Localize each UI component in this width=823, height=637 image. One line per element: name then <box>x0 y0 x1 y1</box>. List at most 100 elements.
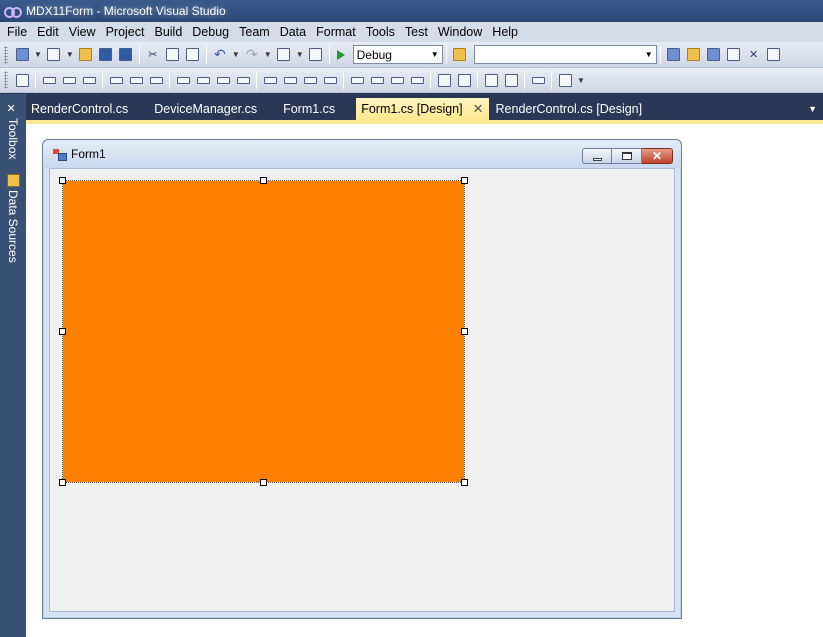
data-sources-tab[interactable]: Data Sources <box>2 174 24 264</box>
toolbox-tab[interactable]: ✕ Toolbox <box>2 102 24 170</box>
active-files-dropdown-icon[interactable]: ▼ <box>808 104 817 114</box>
paste-button[interactable] <box>184 46 202 64</box>
bring-to-front-button[interactable] <box>482 71 500 89</box>
tab-order-button[interactable] <box>529 71 547 89</box>
resize-handle-left[interactable] <box>59 328 66 335</box>
layout-toolbar: ▼ <box>0 68 823 93</box>
tab-rendercontrol-cs[interactable]: RenderControl.cs <box>26 98 133 120</box>
navigate-forward-button[interactable] <box>307 46 325 64</box>
align-tops-button[interactable] <box>107 71 125 89</box>
align-bottoms-button[interactable] <box>147 71 165 89</box>
tab-form1-cs[interactable]: Form1.cs <box>278 98 340 120</box>
undo-dropdown-icon[interactable]: ▼ <box>232 50 240 59</box>
lock-controls-button[interactable] <box>556 71 574 89</box>
object-browser-button[interactable] <box>705 46 723 64</box>
properties-button[interactable] <box>685 46 703 64</box>
bring-to-front-icon <box>484 73 498 87</box>
decrease-horizontal-spacing-button[interactable] <box>301 71 319 89</box>
resize-handle-bottom-left[interactable] <box>59 479 66 486</box>
vertical-spacing-equal-button[interactable] <box>348 71 366 89</box>
center-vertically-button[interactable] <box>455 71 473 89</box>
align-lefts-button[interactable] <box>40 71 58 89</box>
menu-team[interactable]: Team <box>235 22 274 42</box>
resize-handle-top[interactable] <box>260 177 267 184</box>
save-all-button[interactable] <box>117 46 135 64</box>
add-item-button[interactable] <box>45 46 63 64</box>
navigate-backward-button[interactable] <box>275 46 293 64</box>
menu-window[interactable]: Window <box>434 22 486 42</box>
tab-devicemanager-cs[interactable]: DeviceManager.cs <box>149 98 262 120</box>
maximize-button[interactable] <box>612 148 642 164</box>
redo-icon: ↷ <box>245 46 258 62</box>
toolbar-options-icon[interactable]: ▼ <box>577 76 585 85</box>
resize-handle-right[interactable] <box>461 328 468 335</box>
form1-titlebar[interactable]: Form1 ✕ <box>43 140 681 168</box>
make-same-size-button[interactable] <box>234 71 252 89</box>
close-tab-icon[interactable]: ✕ <box>473 98 484 120</box>
minimize-button[interactable] <box>582 148 612 164</box>
menu-data[interactable]: Data <box>276 22 310 42</box>
window-titlebar: MDX11Form - Microsoft Visual Studio <box>0 0 823 22</box>
menu-project[interactable]: Project <box>102 22 149 42</box>
toolbar-grip[interactable] <box>4 71 8 89</box>
decrease-vertical-spacing-button[interactable] <box>388 71 406 89</box>
solution-explorer-button[interactable] <box>665 46 683 64</box>
tab-form1-design[interactable]: Form1.cs [Design] ✕ <box>356 98 489 120</box>
center-horizontally-button[interactable] <box>435 71 453 89</box>
new-project-dropdown-icon[interactable]: ▼ <box>34 50 42 59</box>
increase-horizontal-spacing-button[interactable] <box>281 71 299 89</box>
menu-file[interactable]: File <box>3 22 31 42</box>
menu-tools[interactable]: Tools <box>362 22 399 42</box>
align-centers-button[interactable] <box>60 71 78 89</box>
horizontal-spacing-equal-button[interactable] <box>261 71 279 89</box>
save-button[interactable] <box>97 46 115 64</box>
align-rights-button[interactable] <box>80 71 98 89</box>
form1-client-area[interactable] <box>49 168 675 612</box>
navigate-dropdown-icon[interactable]: ▼ <box>296 50 304 59</box>
make-same-height-button[interactable] <box>214 71 232 89</box>
close-button[interactable]: ✕ <box>642 148 673 164</box>
make-same-width-button[interactable] <box>174 71 192 89</box>
size-to-grid-button[interactable] <box>194 71 212 89</box>
send-to-back-button[interactable] <box>502 71 520 89</box>
menu-help[interactable]: Help <box>488 22 522 42</box>
solution-configuration-select[interactable]: Debug ▼ <box>352 45 443 64</box>
form1-window[interactable]: Form1 ✕ <box>42 139 682 619</box>
form-designer-surface[interactable]: Form1 ✕ <box>26 124 823 637</box>
menu-test[interactable]: Test <box>401 22 432 42</box>
align-to-grid-button[interactable] <box>13 71 31 89</box>
undo-button[interactable]: ↶ <box>211 46 229 64</box>
toolbar-separator <box>430 71 431 89</box>
start-debugging-icon[interactable] <box>336 49 345 60</box>
toolbar-grip[interactable] <box>4 45 8 64</box>
tab-rendercontrol-design[interactable]: RenderControl.cs [Design] <box>491 98 648 120</box>
render-control[interactable] <box>59 177 468 486</box>
extension-manager-button[interactable]: ✕ <box>745 46 763 64</box>
find-in-files-button[interactable] <box>451 46 469 64</box>
resize-handle-top-right[interactable] <box>461 177 468 184</box>
find-combo-input[interactable]: ▼ <box>473 45 657 64</box>
cut-button[interactable]: ✂ <box>144 46 162 64</box>
redo-dropdown-icon[interactable]: ▼ <box>264 50 272 59</box>
open-folder-icon <box>79 48 93 61</box>
toolbar-separator <box>35 71 36 89</box>
open-file-button[interactable] <box>77 46 95 64</box>
toolbox-button[interactable] <box>725 46 743 64</box>
add-item-dropdown-icon[interactable]: ▼ <box>66 50 74 59</box>
copy-button[interactable] <box>164 46 182 64</box>
redo-button[interactable]: ↷ <box>243 46 261 64</box>
more-tools-button[interactable] <box>765 46 783 64</box>
align-middles-button[interactable] <box>127 71 145 89</box>
remove-horizontal-spacing-button[interactable] <box>321 71 339 89</box>
menu-view[interactable]: View <box>65 22 100 42</box>
remove-vertical-spacing-button[interactable] <box>408 71 426 89</box>
menu-build[interactable]: Build <box>150 22 186 42</box>
menu-format[interactable]: Format <box>312 22 360 42</box>
increase-vertical-spacing-button[interactable] <box>368 71 386 89</box>
resize-handle-bottom-right[interactable] <box>461 479 468 486</box>
menu-edit[interactable]: Edit <box>33 22 63 42</box>
resize-handle-bottom[interactable] <box>260 479 267 486</box>
resize-handle-top-left[interactable] <box>59 177 66 184</box>
new-project-button[interactable] <box>13 46 31 64</box>
menu-debug[interactable]: Debug <box>188 22 233 42</box>
